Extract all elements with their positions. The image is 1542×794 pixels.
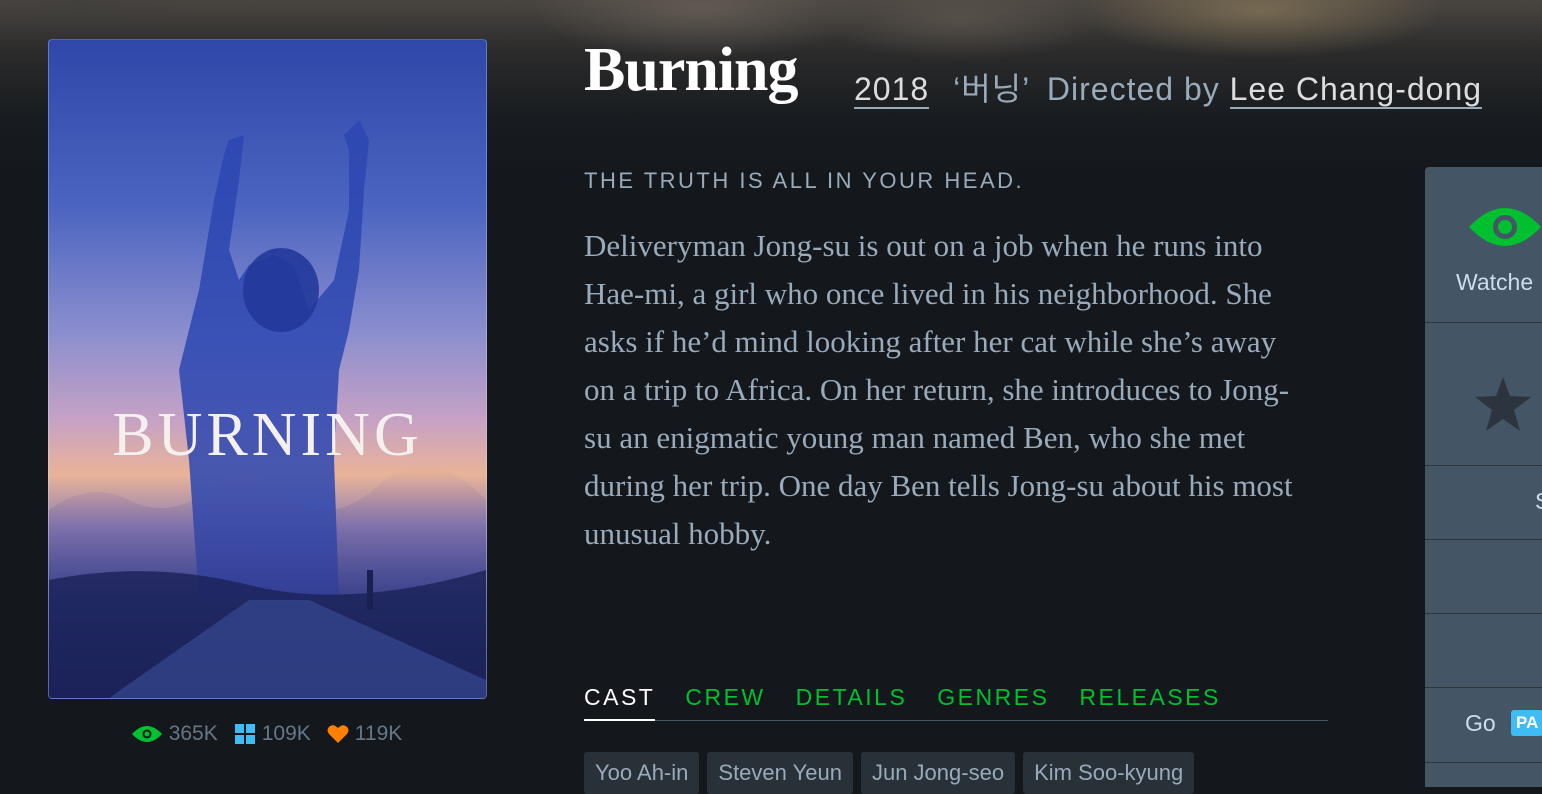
year-link[interactable]: 2018 xyxy=(854,71,930,109)
cast-chip[interactable]: Steven Yeun xyxy=(707,752,853,794)
tab-cast[interactable]: CAST xyxy=(584,684,656,721)
panel-action-item[interactable] xyxy=(1425,614,1542,688)
directed-by-label: Directed by xyxy=(1046,71,1220,107)
heart-icon xyxy=(327,725,349,743)
panel-action-label: S xyxy=(1535,488,1542,515)
watched-button[interactable]: Watche xyxy=(1425,167,1542,323)
film-poster[interactable]: BURNING xyxy=(48,39,487,699)
eye-icon xyxy=(131,726,162,742)
tab-crew[interactable]: CREW xyxy=(685,684,765,720)
rate-section[interactable] xyxy=(1425,323,1542,466)
go-label: Go xyxy=(1465,710,1496,736)
watched-count: 365K xyxy=(168,722,218,745)
watched-stat[interactable]: 365K xyxy=(131,722,218,746)
film-meta: 2018 ‘버닝’ Directed by Lee Chang-dong xyxy=(854,64,1483,110)
go-pro-item[interactable]: Go PA xyxy=(1425,688,1542,763)
original-title: ‘버닝’ xyxy=(953,71,1030,107)
patron-badge: PA xyxy=(1511,710,1542,736)
lists-count: 109K xyxy=(261,722,311,745)
film-stats: 365K 109K 119K xyxy=(48,722,485,746)
cast-chip[interactable]: Yoo Ah-in xyxy=(584,752,700,794)
panel-action-item[interactable]: S xyxy=(1425,466,1542,540)
grid-icon xyxy=(234,724,255,744)
likes-count: 119K xyxy=(354,722,403,745)
eye-icon xyxy=(1469,208,1541,246)
cast-chip[interactable]: Jun Jong-seo xyxy=(860,752,1016,794)
watched-label: Watche xyxy=(1456,269,1534,295)
tagline: THE TRUTH IS ALL IN YOUR HEAD. xyxy=(584,168,1025,193)
film-title: Burning xyxy=(584,36,799,104)
director-link[interactable]: Lee Chang-dong xyxy=(1229,71,1483,109)
poster-title: BURNING xyxy=(112,401,423,469)
panel-action-item[interactable] xyxy=(1425,540,1542,614)
lists-stat[interactable]: 109K xyxy=(234,722,311,746)
cast-list: Yoo Ah-in Steven Yeun Jun Jong-seo Kim S… xyxy=(584,752,1195,794)
tab-details[interactable]: DETAILS xyxy=(796,684,908,720)
film-tabs: CAST CREW DETAILS GENRES RELEASES xyxy=(584,684,1328,721)
cast-chip[interactable]: Kim Soo-kyung xyxy=(1023,752,1195,794)
tab-releases[interactable]: RELEASES xyxy=(1079,684,1220,720)
poster-art xyxy=(49,120,486,698)
tab-genres[interactable]: GENRES xyxy=(937,684,1049,720)
star-icon xyxy=(1475,377,1531,431)
synopsis: Deliveryman Jong-su is out on a job when… xyxy=(584,228,1293,551)
likes-stat[interactable]: 119K xyxy=(327,722,403,746)
action-panel: Watche S Go PA xyxy=(1425,167,1542,787)
